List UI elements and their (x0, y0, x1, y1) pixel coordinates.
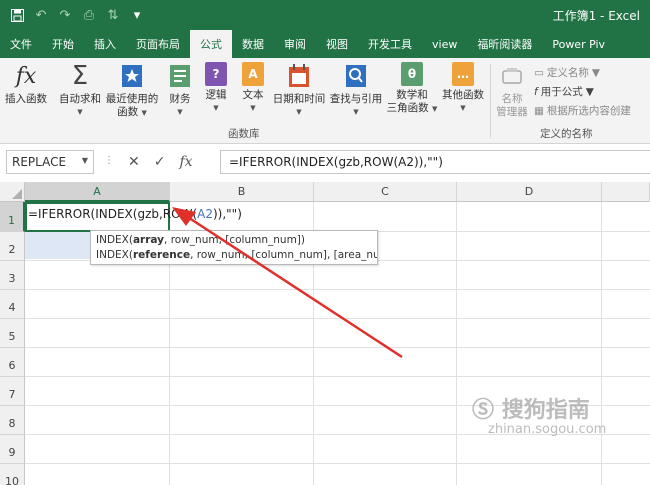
magnifier-book-icon (342, 62, 370, 90)
fx-icon: fx (15, 63, 37, 89)
fx-small-icon: f (534, 85, 538, 98)
row-header-9[interactable]: 9 (0, 435, 25, 464)
gridline (25, 289, 650, 290)
chevron-down-icon[interactable]: ▼ (82, 156, 88, 165)
save-icon[interactable] (6, 4, 28, 26)
column-header-e[interactable] (602, 182, 650, 202)
cancel-icon[interactable]: ✕ (128, 154, 140, 170)
formula-bar: REPLACE ▼ ⋮ ✕ ✓ fx =IFERROR(INDEX(gzb,RO… (0, 144, 650, 182)
tab-formulas[interactable]: 公式 (190, 30, 232, 58)
undo-icon[interactable]: ↶ (30, 4, 52, 26)
name-box[interactable]: REPLACE ▼ (6, 150, 94, 174)
tooltip-syntax-reference[interactable]: INDEX(reference, row_num, [column_num], … (96, 248, 377, 263)
select-all-button[interactable] (0, 182, 25, 202)
row-header-4[interactable]: 4 (0, 290, 25, 319)
cell-a1-formula: =IFERROR(INDEX(gzb,ROW(A2)),"") (28, 207, 242, 221)
watermark-logo-icon: Ⓢ (472, 398, 495, 423)
autosum-button[interactable]: Σ 自动求和 ▼ (56, 62, 104, 119)
tab-page-layout[interactable]: 页面布局 (126, 30, 190, 58)
tab-review[interactable]: 审阅 (274, 30, 316, 58)
sigma-icon: Σ (71, 60, 89, 91)
column-header-c[interactable]: C (314, 182, 457, 202)
tab-file[interactable]: 文件 (0, 30, 42, 58)
title-bar: ↶ ↷ ⎙ ⇅ ▾ 工作簿1 - Excel (0, 0, 650, 30)
theta-book-icon: θ (401, 62, 423, 86)
row-header-7[interactable]: 7 (0, 377, 25, 406)
row-header-1[interactable]: 1 (0, 202, 25, 232)
gridline (25, 463, 650, 464)
enter-icon[interactable]: ✓ (154, 154, 166, 170)
column-header-a[interactable]: A (25, 182, 170, 202)
date-time-button[interactable]: 日期和时间 ▼ (270, 62, 328, 119)
gridline (456, 202, 457, 485)
define-name-icon: ▭ (534, 66, 544, 79)
more-functions-button[interactable]: … 其他函数 ▼ (440, 62, 486, 115)
window-title: 工作簿1 - Excel (552, 9, 640, 23)
math-trig-button[interactable]: θ 数学和 三角函数 ▼ (386, 62, 438, 116)
financial-book-icon (166, 62, 194, 90)
text-a-icon: A (242, 62, 264, 86)
row-header-5[interactable]: 5 (0, 319, 25, 348)
gridline (25, 376, 650, 377)
row-header-2[interactable]: 2 (0, 232, 25, 261)
ellipsis-book-icon: … (452, 62, 474, 86)
gridline (25, 318, 650, 319)
star-book-icon (118, 62, 146, 90)
tab-view-addin[interactable]: view (422, 30, 467, 58)
sort-icon[interactable]: ⇅ (102, 4, 124, 26)
formula-bar-grip-icon: ⋮ (104, 155, 114, 166)
row-header-10[interactable]: 10 (0, 464, 25, 485)
insert-function-icon[interactable]: fx (179, 154, 192, 170)
gridline (25, 347, 650, 348)
create-from-selection-icon: ▦ (534, 104, 544, 117)
use-in-formula-button[interactable]: f 用于公式 ▼ (534, 84, 594, 99)
tab-data[interactable]: 数据 (232, 30, 274, 58)
text-button[interactable]: A 文本 ▼ (237, 62, 269, 115)
name-manager-button[interactable]: 名称 管理器 (494, 62, 530, 119)
ribbon-separator (490, 64, 491, 138)
watermark: Ⓢ 搜狗指南 zhinan.sogou.com (472, 398, 607, 437)
create-from-selection-button[interactable]: ▦ 根据所选内容创建 (534, 103, 631, 118)
define-name-button[interactable]: ▭ 定义名称 ▼ (534, 65, 600, 80)
chevron-down-icon: ▼ (77, 108, 83, 116)
tab-power-pivot[interactable]: Power Piv (542, 30, 615, 58)
tab-home[interactable]: 开始 (42, 30, 84, 58)
ribbon-formulas: fx 插入函数 Σ 自动求和 ▼ 最近使用的 函数 ▼ 财务 ▼ ? 逻辑 ▼ … (0, 58, 650, 144)
insert-function-button[interactable]: fx 插入函数 (4, 62, 48, 106)
print-preview-icon[interactable]: ⎙ (78, 4, 100, 26)
ribbon-tabs: 文件 开始 插入 页面布局 公式 数据 审阅 视图 开发工具 view 福昕阅读… (0, 30, 650, 58)
tab-foxit[interactable]: 福昕阅读器 (467, 30, 542, 58)
function-syntax-tooltip: INDEX(array, row_num, [column_num]) INDE… (90, 230, 378, 265)
gridline (601, 202, 602, 485)
financial-button[interactable]: 财务 ▼ (164, 62, 196, 119)
recently-used-button[interactable]: 最近使用的 函数 ▼ (104, 62, 160, 120)
formula-input[interactable]: =IFERROR(INDEX(gzb,ROW(A2)),"") (220, 150, 650, 174)
tab-developer[interactable]: 开发工具 (358, 30, 422, 58)
tooltip-syntax-array[interactable]: INDEX(array, row_num, [column_num]) (96, 233, 372, 248)
row-header-8[interactable]: 8 (0, 406, 25, 435)
row-header-6[interactable]: 6 (0, 348, 25, 377)
worksheet-grid: A B C D 1 2 3 4 5 6 7 8 9 10 =IFERROR(IN… (0, 182, 650, 485)
tab-insert[interactable]: 插入 (84, 30, 126, 58)
group-label-function-library: 函数库 (228, 128, 260, 140)
calendar-icon (285, 62, 313, 90)
tab-view[interactable]: 视图 (316, 30, 358, 58)
group-label-defined-names: 定义的名称 (540, 128, 593, 140)
redo-icon[interactable]: ↷ (54, 4, 76, 26)
quick-access-toolbar: ↶ ↷ ⎙ ⇅ ▾ (0, 4, 148, 26)
column-header-b[interactable]: B (170, 182, 314, 202)
lookup-reference-button[interactable]: 查找与引用 ▼ (328, 62, 384, 119)
name-tag-icon (498, 62, 526, 90)
row-header-3[interactable]: 3 (0, 261, 25, 290)
logical-button[interactable]: ? 逻辑 ▼ (200, 62, 232, 115)
column-header-d[interactable]: D (457, 182, 602, 202)
question-book-icon: ? (205, 62, 227, 86)
cell-reference-a2: A2 (197, 207, 213, 221)
customize-qat-icon[interactable]: ▾ (126, 4, 148, 26)
